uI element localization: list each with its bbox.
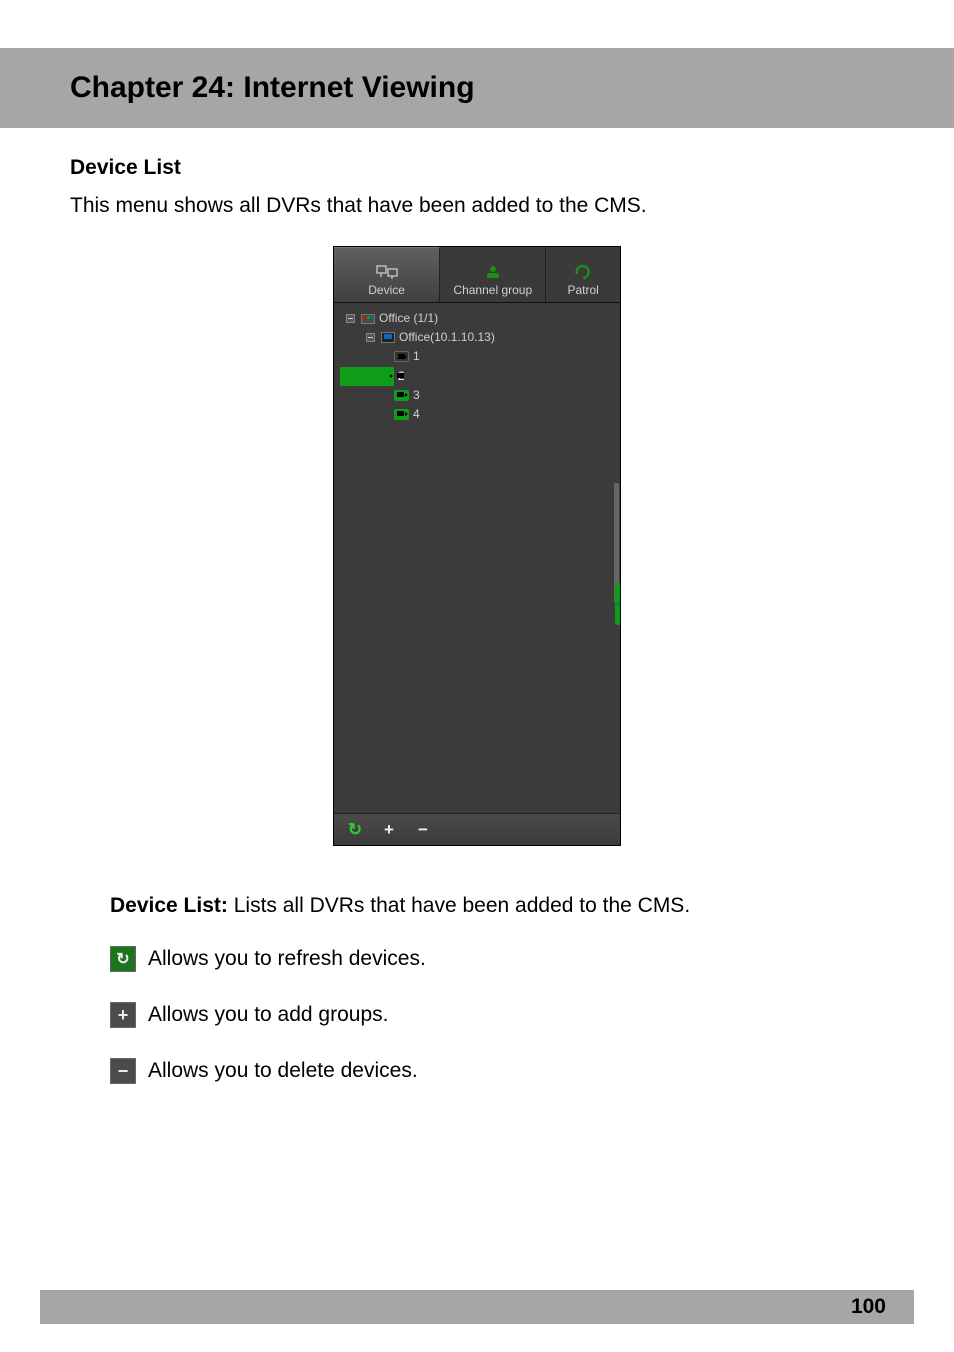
tree-channel-label: 1 <box>413 347 420 366</box>
tree-channel-label: 3 <box>413 386 420 405</box>
add-description-row: + Allows you to add groups. <box>110 1002 864 1028</box>
minus-icon: − <box>110 1058 136 1084</box>
tab-device[interactable]: Device <box>334 247 440 302</box>
camera-icon <box>394 409 409 420</box>
panel-collapse-handle[interactable] <box>615 583 620 625</box>
chapter-header-bar: Chapter 24: Internet Viewing <box>0 48 954 128</box>
minus-icon: − <box>418 820 428 840</box>
camera-icon <box>394 390 409 401</box>
panel-tabbar: Device Channel group <box>334 247 620 303</box>
page-footer-bar: 100 <box>40 1290 914 1324</box>
dvr-icon <box>381 332 395 343</box>
add-description: Allows you to add groups. <box>148 1003 388 1027</box>
patrol-icon <box>572 263 594 281</box>
tree-channel-row[interactable]: 1 <box>340 347 616 366</box>
tab-channel-group[interactable]: Channel group <box>440 247 546 302</box>
cms-device-panel: Device Channel group <box>333 246 621 846</box>
device-tree: Office (1/1) Office(10.1.10.13) 1 2 <box>334 303 620 813</box>
screenshot-container: Device Channel group <box>70 246 884 846</box>
tree-channel-row[interactable]: 3 <box>340 386 616 405</box>
tab-device-label: Device <box>368 283 405 297</box>
add-button[interactable]: + <box>378 819 400 841</box>
device-icon <box>376 263 398 281</box>
site-icon <box>361 314 375 324</box>
channel-group-icon <box>482 263 504 281</box>
refresh-icon: ↻ <box>110 946 136 972</box>
camera-icon <box>394 351 409 362</box>
tree-site-label: Office (1/1) <box>379 309 438 328</box>
panel-toolbar: ↻ + − <box>334 813 620 845</box>
page-top-margin <box>0 0 954 48</box>
collapse-icon[interactable] <box>366 333 375 342</box>
tree-channel-label: 4 <box>413 405 420 424</box>
refresh-description: Allows you to refresh devices. <box>148 947 426 971</box>
tab-patrol-label: Patrol <box>568 283 599 297</box>
delete-description: Allows you to delete devices. <box>148 1059 418 1083</box>
device-list-description: Device List: Lists all DVRs that have be… <box>110 894 864 918</box>
tab-channel-group-label: Channel group <box>453 283 532 297</box>
plus-icon: + <box>384 820 394 840</box>
delete-description-row: − Allows you to delete devices. <box>110 1058 864 1084</box>
tree-dvr-label: Office(10.1.10.13) <box>399 328 495 347</box>
remove-button[interactable]: − <box>412 819 434 841</box>
tab-patrol[interactable]: Patrol <box>546 247 620 302</box>
plus-icon: + <box>110 1002 136 1028</box>
chapter-title: Chapter 24: Internet Viewing <box>70 71 475 105</box>
section-intro: This menu shows all DVRs that have been … <box>70 194 884 218</box>
device-list-label: Device List: <box>110 894 228 917</box>
section-title: Device List <box>70 156 884 180</box>
tree-channel-row[interactable]: 2 <box>340 367 394 386</box>
refresh-description-row: ↻ Allows you to refresh devices. <box>110 946 864 972</box>
page-number: 100 <box>851 1295 886 1319</box>
descriptions-block: Device List: Lists all DVRs that have be… <box>70 894 884 1084</box>
refresh-button[interactable]: ↻ <box>344 819 366 841</box>
refresh-icon: ↻ <box>348 820 362 840</box>
tree-dvr-row[interactable]: Office(10.1.10.13) <box>340 328 616 347</box>
tree-site-row[interactable]: Office (1/1) <box>340 309 616 328</box>
collapse-icon[interactable] <box>346 314 355 323</box>
tree-channel-row[interactable]: 4 <box>340 405 616 424</box>
device-list-text: Lists all DVRs that have been added to t… <box>228 894 690 917</box>
